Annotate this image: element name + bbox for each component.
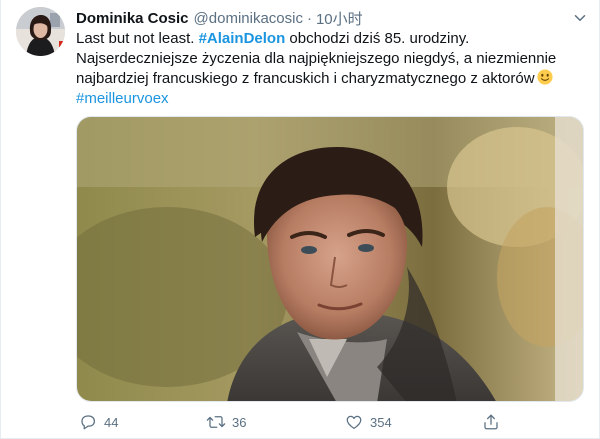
tweet-actions: 44 36 354 bbox=[74, 408, 514, 436]
retweet-icon bbox=[202, 408, 230, 436]
portrait-photo bbox=[77, 117, 583, 401]
tweet-text: Last but not least. #AlainDelon obchodzi… bbox=[76, 29, 591, 109]
like-count: 354 bbox=[370, 414, 392, 430]
retweet-button[interactable]: 36 bbox=[202, 408, 246, 436]
more-options-button[interactable] bbox=[567, 5, 593, 31]
hashtag-meilleurvoex[interactable]: #meilleurvoex bbox=[76, 90, 169, 107]
tweet-timestamp[interactable]: 10小时 bbox=[316, 8, 363, 29]
tweet-photo[interactable] bbox=[76, 116, 584, 402]
chevron-down-icon bbox=[574, 15, 586, 21]
like-button[interactable]: 354 bbox=[340, 408, 392, 436]
tweet-text-line1-end: obchodzi dziś 85. urodziny. bbox=[285, 30, 470, 47]
retweet-count: 36 bbox=[232, 414, 247, 430]
share-button[interactable] bbox=[477, 408, 505, 436]
hashtag-alaindelon[interactable]: #AlainDelon bbox=[199, 30, 286, 47]
separator-dot: · bbox=[306, 9, 312, 27]
avatar-image bbox=[16, 7, 65, 56]
avatar[interactable] bbox=[16, 7, 65, 56]
slightly-smiling-face-emoji bbox=[536, 69, 553, 85]
reply-button[interactable]: 44 bbox=[74, 408, 118, 436]
display-name[interactable]: Dominika Cosic bbox=[76, 10, 189, 27]
heart-icon bbox=[340, 408, 368, 436]
tweet-text-intro: Last but not least. bbox=[76, 30, 199, 47]
comment-icon bbox=[74, 408, 102, 436]
tweet-header: Dominika Cosic @dominikacosic · 10小时 bbox=[76, 8, 589, 28]
tweet-text-body: Najserdeczniejsze życzenia dla najpiękni… bbox=[76, 50, 557, 87]
tweet-card[interactable]: Dominika Cosic @dominikacosic · 10小时 Las… bbox=[0, 0, 600, 439]
share-icon bbox=[477, 408, 505, 436]
reply-count: 44 bbox=[104, 414, 119, 430]
user-handle[interactable]: @dominikacosic bbox=[194, 10, 303, 27]
